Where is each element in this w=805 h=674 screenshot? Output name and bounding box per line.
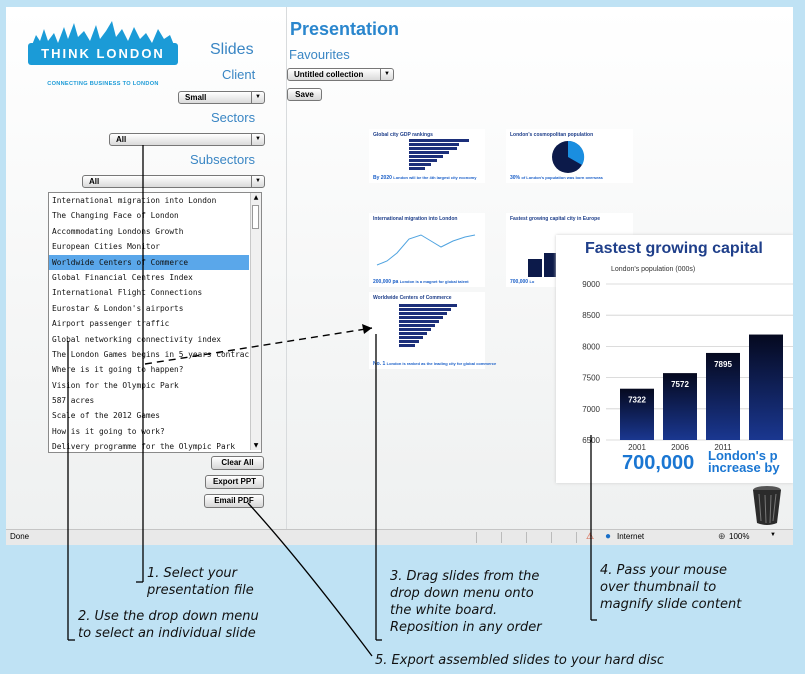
annotation-step-3: 3. Drag slides from the drop down menu on…: [390, 569, 542, 635]
annotation-step-5: 5. Export assembled slides to your hard …: [375, 653, 665, 668]
annotation-step-4: 4. Pass your mouse over thumbnail to magni…: [600, 563, 742, 612]
annotation-step-1: 1. Select your presentation file: [147, 566, 254, 598]
annotation-step-2: 2. Use the drop down menu to select an in…: [78, 609, 259, 641]
